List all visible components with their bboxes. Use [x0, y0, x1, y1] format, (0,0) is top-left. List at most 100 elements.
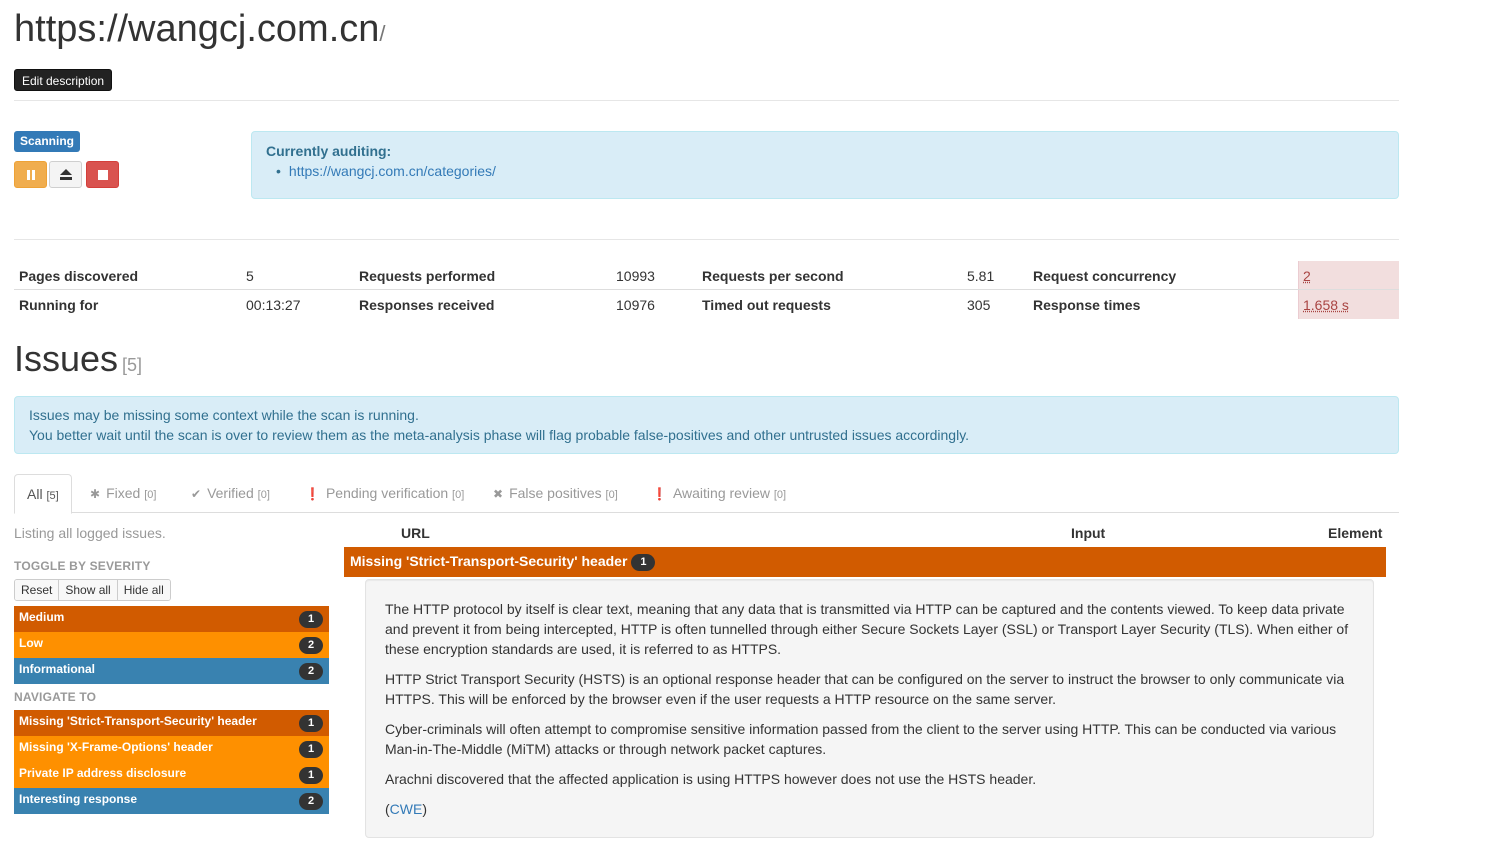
tab-pending-count: [0] [452, 489, 465, 501]
reset-button[interactable]: Reset [15, 580, 60, 600]
response-times-value[interactable]: 1.658 s [1303, 297, 1349, 313]
requests-performed-value: 10993 [616, 268, 655, 284]
asterisk-icon: ✱ [90, 487, 101, 501]
responses-received-label: Responses received [359, 297, 495, 313]
request-concurrency-cell [1298, 261, 1399, 290]
hide-all-button[interactable]: Hide all [117, 580, 170, 600]
severity-count-badge: 2 [299, 637, 323, 654]
toggle-severity-heading: TOGGLE BY SEVERITY [14, 559, 151, 573]
column-header-input: Input [1071, 525, 1106, 541]
tab-pending-verification[interactable]: ❗ Pending verification [0] [293, 474, 476, 513]
edit-description-button[interactable]: Edit description [14, 69, 113, 91]
tab-false-positives-count: [0] [605, 489, 618, 501]
tab-fixed[interactable]: ✱ Fixed [0] [78, 474, 168, 513]
nav-item-label: Missing 'Strict-Transport-Security' head… [19, 714, 257, 728]
nav-item-label: Private IP address disclosure [19, 766, 187, 780]
site-url-suffix: / [379, 21, 386, 46]
requests-performed-label: Requests performed [359, 268, 496, 284]
severity-count-badge: 1 [299, 611, 323, 628]
exclamation-circle-icon: ❗ [652, 487, 667, 501]
scan-status-badge: Scanning [14, 131, 81, 152]
nav-count-badge: 1 [299, 767, 323, 784]
severity-toggle-group: Reset Show all Hide all [14, 579, 171, 601]
currently-auditing-panel: Currently auditing: • https://wangcj.com.… [251, 131, 1399, 199]
description-paragraph: The HTTP protocol by itself is clear tex… [385, 601, 1349, 657]
references: (CWE) [385, 799, 1355, 819]
tab-fixed-label: Fixed [106, 485, 141, 501]
issue-name: Missing 'Strict-Transport-Security' head… [350, 553, 628, 569]
severity-medium[interactable]: Medium 1 [14, 606, 329, 632]
cwe-link[interactable]: CWE [390, 801, 423, 817]
request-concurrency-value[interactable]: 2 [1303, 268, 1311, 284]
tab-false-positives-label: False positives [509, 485, 602, 501]
issue-group-label: Missing 'Strict-Transport-Security' head… [350, 553, 656, 572]
response-times-label: Response times [1033, 297, 1141, 313]
times-icon: ✖ [493, 487, 504, 501]
tab-awaiting-label: Awaiting review [672, 485, 770, 501]
issues-context-notice: Issues may be missing some context while… [14, 396, 1399, 454]
severity-label: Medium [19, 610, 65, 624]
pause-button[interactable] [14, 161, 47, 188]
divider [14, 100, 1399, 101]
bullet-icon: • [276, 163, 281, 179]
issues-heading: Issues [5] [14, 337, 142, 387]
check-icon: ✔ [191, 487, 202, 501]
issue-filter-tabs: All [5] ✱ Fixed [0] ✔ Verified [0] ❗ Pendin… [14, 474, 1399, 514]
nav-item-hsts[interactable]: Missing 'Strict-Transport-Security' head… [14, 710, 329, 736]
tab-false-positives[interactable]: ✖ False positives [0] [481, 474, 630, 513]
severity-label: Low [19, 636, 43, 650]
site-url: https://wangcj.com.cn [14, 8, 380, 50]
tab-awaiting-count: [0] [773, 489, 787, 501]
responses-received-value: 10976 [616, 297, 655, 313]
issue-description: The HTTP protocol by itself is clear tex… [385, 599, 1355, 829]
notice-line-1: Issues may be missing some context while… [29, 407, 419, 423]
pages-discovered-value: 5 [246, 268, 254, 284]
pages-discovered-label: Pages discovered [19, 268, 139, 284]
tab-awaiting-review[interactable]: ❗ Awaiting review [0] [640, 474, 798, 513]
issue-description-panel: The HTTP protocol by itself is clear tex… [365, 579, 1374, 838]
nav-item-private-ip[interactable]: Private IP address disclosure 1 [14, 762, 329, 788]
issue-count-badge: 1 [631, 554, 656, 571]
nav-item-interesting-response[interactable]: Interesting response 2 [14, 788, 329, 814]
site-url-title: https://wangcj.com.cn/ [14, 6, 386, 57]
severity-label: Informational [19, 662, 96, 676]
divider [14, 239, 1399, 240]
listing-text: Listing all logged issues. [14, 525, 166, 541]
severity-low[interactable]: Low 2 [14, 632, 329, 658]
eject-icon [59, 169, 72, 180]
severity-count-badge: 2 [299, 663, 323, 680]
notice-line-2: You better wait until the scan is over t… [29, 427, 970, 443]
issues-count: [5] [122, 355, 143, 375]
tab-all-label: All [27, 486, 43, 502]
auditing-title: Currently auditing: [266, 143, 392, 159]
nav-count-badge: 2 [299, 793, 323, 810]
suspend-button[interactable] [49, 161, 82, 188]
issues-title: Issues [14, 338, 119, 379]
tab-verified[interactable]: ✔ Verified [0] [179, 474, 282, 513]
nav-item-x-frame-options[interactable]: Missing 'X-Frame-Options' header 1 [14, 736, 329, 762]
auditing-url-item: • https://wangcj.com.cn/categories/ [276, 163, 496, 179]
tab-all[interactable]: All [5] [14, 474, 72, 514]
requests-per-second-value: 5.81 [967, 268, 995, 284]
running-for-value: 00:13:27 [246, 297, 301, 313]
request-concurrency-label: Request concurrency [1033, 268, 1177, 284]
description-paragraph: Cyber-criminals will often attempt to co… [385, 721, 1337, 757]
nav-count-badge: 1 [299, 741, 323, 758]
column-header-element: Element [1328, 525, 1383, 541]
auditing-url-link[interactable]: https://wangcj.com.cn/categories/ [289, 163, 496, 179]
tab-verified-count: [0] [257, 489, 270, 501]
running-for-label: Running for [19, 297, 99, 313]
abort-button[interactable] [86, 161, 119, 188]
timed-out-requests-label: Timed out requests [702, 297, 831, 313]
severity-informational[interactable]: Informational 2 [14, 658, 329, 684]
requests-per-second-label: Requests per second [702, 268, 844, 284]
issue-group-row[interactable]: Missing 'Strict-Transport-Security' head… [344, 547, 1386, 577]
nav-item-label: Missing 'X-Frame-Options' header [19, 740, 213, 754]
tab-verified-label: Verified [207, 485, 254, 501]
timed-out-requests-value: 305 [967, 297, 991, 313]
description-paragraph: Arachni discovered that the affected app… [385, 771, 1037, 787]
tab-pending-label: Pending verification [325, 485, 449, 501]
show-all-button[interactable]: Show all [59, 580, 118, 600]
pause-icon [26, 169, 35, 180]
description-paragraph: HTTP Strict Transport Security (HSTS) is… [385, 671, 1345, 707]
